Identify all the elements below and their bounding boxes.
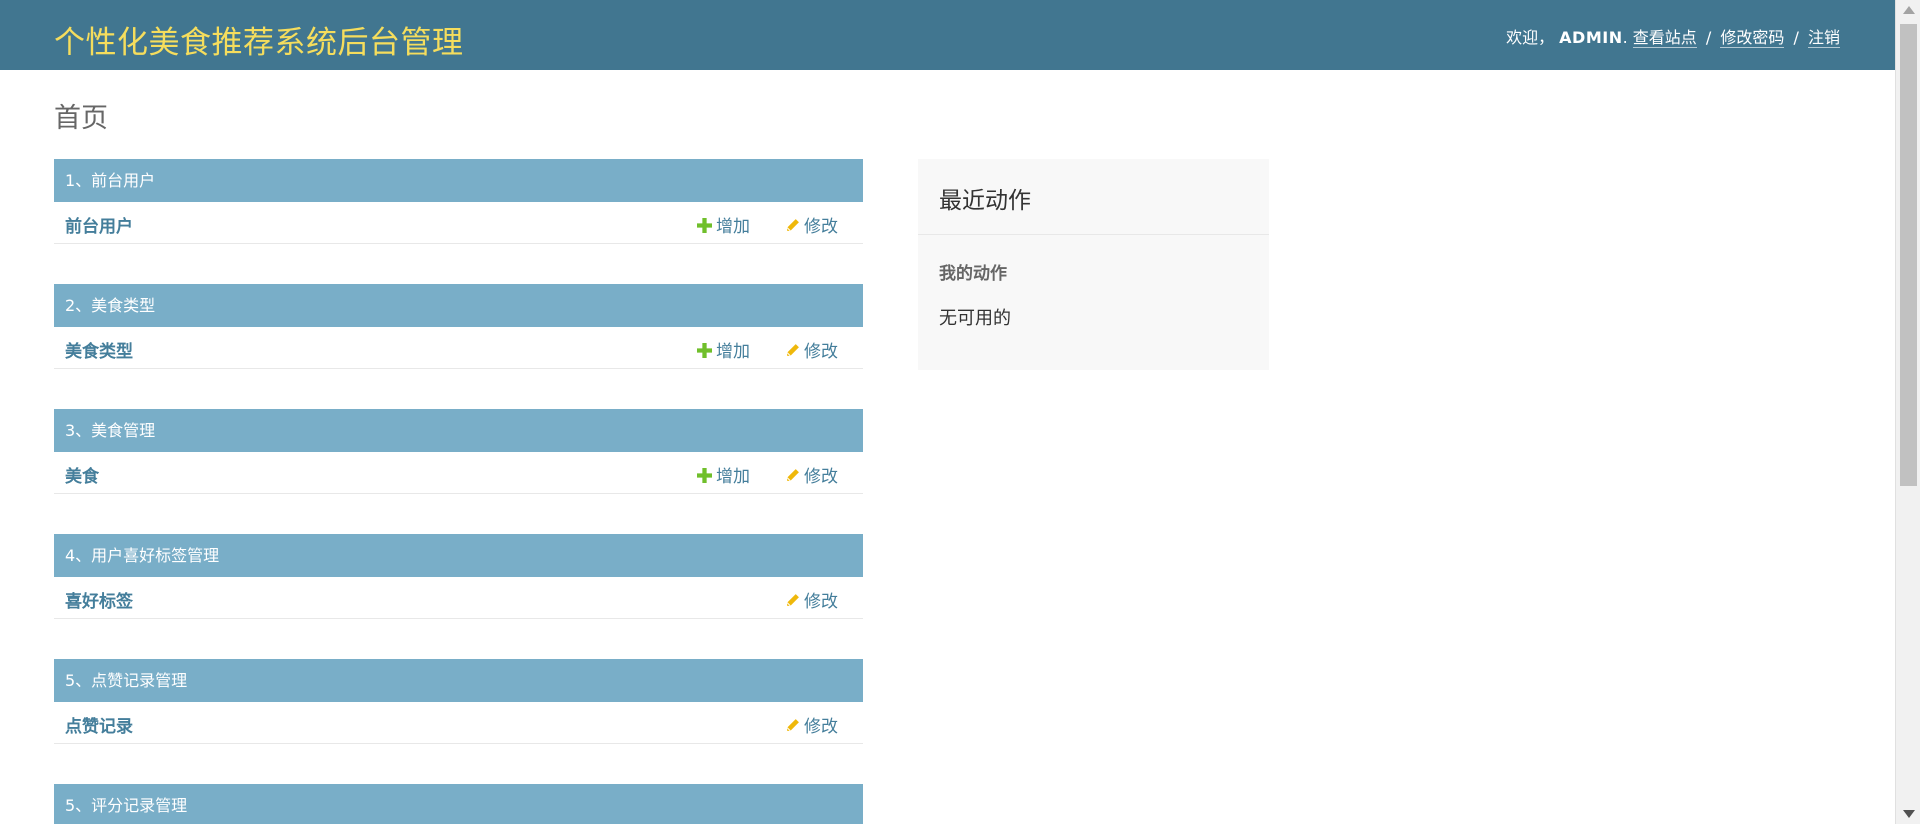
add-label: 增加: [716, 342, 750, 362]
module-caption[interactable]: 2、美食类型: [54, 284, 863, 327]
pencil-icon: [786, 219, 799, 232]
module-food-types: 2、美食类型 美食类型 增加 修改: [54, 284, 863, 369]
user-tools: 欢迎， ADMIN. 查看站点 / 修改密码 / 注销: [1506, 24, 1840, 48]
plus-icon: [697, 343, 712, 358]
header: 个性化美食推荐系统后台管理 欢迎， ADMIN. 查看站点 / 修改密码 / 注…: [0, 0, 1895, 70]
model-link-food[interactable]: 美食: [65, 462, 99, 487]
add-button[interactable]: 增加: [697, 212, 750, 237]
change-button[interactable]: 修改: [785, 212, 838, 237]
model-link-frontend-users[interactable]: 前台用户: [65, 212, 133, 237]
module-row: 点赞记录 修改: [54, 702, 863, 744]
welcome-text: 欢迎，: [1506, 28, 1555, 47]
module-caption[interactable]: 3、美食管理: [54, 409, 863, 452]
logout-link[interactable]: 注销: [1807, 28, 1840, 48]
add-button[interactable]: 增加: [697, 337, 750, 362]
module-row: 美食类型 增加 修改: [54, 327, 863, 369]
pencil-icon: [786, 594, 799, 607]
recent-actions-title: 最近动作: [939, 188, 1031, 214]
pencil-icon: [786, 719, 799, 732]
module-like-records: 5、点赞记录管理 点赞记录 修改: [54, 659, 863, 744]
add-label: 增加: [716, 217, 750, 237]
change-button[interactable]: 修改: [785, 337, 838, 362]
plus-icon: [697, 218, 712, 233]
change-button[interactable]: 修改: [785, 587, 838, 612]
username-period: .: [1622, 28, 1628, 47]
module-preference-tags: 4、用户喜好标签管理 喜好标签 修改: [54, 534, 863, 619]
view-site-link[interactable]: 查看站点: [1632, 28, 1697, 48]
module-rating-records: 5、评分记录管理: [54, 784, 863, 824]
module-caption[interactable]: 5、点赞记录管理: [54, 659, 863, 702]
divider: [918, 234, 1269, 235]
module-row: 美食 增加 修改: [54, 452, 863, 494]
add-button[interactable]: 增加: [697, 462, 750, 487]
change-password-link[interactable]: 修改密码: [1720, 28, 1785, 48]
change-label: 修改: [804, 342, 838, 362]
module-food-management: 3、美食管理 美食 增加 修改: [54, 409, 863, 494]
change-button[interactable]: 修改: [785, 462, 838, 487]
pencil-icon: [786, 469, 799, 482]
change-button[interactable]: 修改: [785, 712, 838, 737]
empty-actions-text: 无可用的: [939, 308, 1011, 329]
plus-icon: [697, 468, 712, 483]
change-label: 修改: [804, 217, 838, 237]
scroll-down-arrow-icon[interactable]: [1903, 810, 1915, 818]
model-link-food-types[interactable]: 美食类型: [65, 337, 133, 362]
page-title: 首页: [54, 103, 108, 134]
scroll-up-arrow-icon[interactable]: [1903, 6, 1915, 14]
username: ADMIN: [1559, 28, 1623, 47]
vertical-scrollbar[interactable]: [1895, 0, 1920, 824]
add-label: 增加: [716, 467, 750, 487]
pencil-icon: [786, 344, 799, 357]
module-frontend-users: 1、前台用户 前台用户 增加 修改: [54, 159, 863, 244]
change-label: 修改: [804, 592, 838, 612]
my-actions-heading: 我的动作: [939, 264, 1007, 284]
module-row: 喜好标签 修改: [54, 577, 863, 619]
model-link-like-records[interactable]: 点赞记录: [65, 712, 133, 737]
module-row: 前台用户 增加 修改: [54, 202, 863, 244]
separator: /: [1705, 28, 1712, 47]
site-name[interactable]: 个性化美食推荐系统后台管理: [54, 17, 464, 62]
recent-actions-panel: 最近动作 我的动作 无可用的: [918, 159, 1269, 370]
change-label: 修改: [804, 467, 838, 487]
module-caption[interactable]: 4、用户喜好标签管理: [54, 534, 863, 577]
module-caption[interactable]: 1、前台用户: [54, 159, 863, 202]
module-caption[interactable]: 5、评分记录管理: [54, 784, 863, 824]
separator: /: [1793, 28, 1799, 47]
change-label: 修改: [804, 717, 838, 737]
model-link-preference-tags[interactable]: 喜好标签: [65, 587, 133, 612]
scrollbar-thumb[interactable]: [1900, 24, 1917, 486]
